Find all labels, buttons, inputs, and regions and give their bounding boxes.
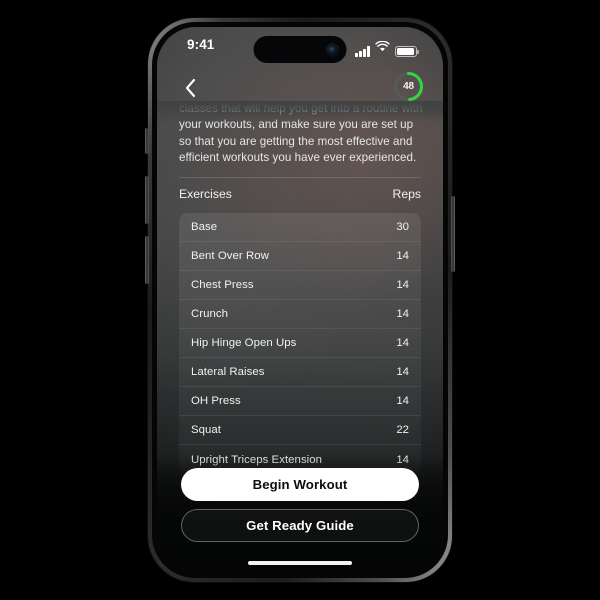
begin-workout-button[interactable]: Begin Workout [181,468,419,501]
exercise-name: OH Press [191,395,241,407]
table-row[interactable]: Crunch 14 [179,300,421,329]
exercise-name: Chest Press [191,279,254,291]
table-row[interactable]: Bent Over Row 14 [179,242,421,271]
exercise-reps: 14 [396,250,409,262]
table-row[interactable]: Hip Hinge Open Ups 14 [179,329,421,358]
column-header-reps: Reps [392,187,421,201]
intro-paragraph: classes that will help you get into a ro… [179,101,423,167]
cellular-bars-icon [355,46,370,57]
exercise-name: Crunch [191,308,229,320]
screenshot-canvas: classes that will help you get into a ro… [0,0,600,600]
dynamic-island [253,36,347,63]
status-bar-icons [355,39,419,57]
activity-progress-ring[interactable]: 48 [392,70,425,103]
front-camera-icon [325,42,340,57]
navigation-bar: 48 [157,67,443,107]
exercise-reps: 14 [396,337,409,349]
bottom-action-bar: Begin Workout Get Ready Guide [157,455,443,573]
exercise-reps: 14 [396,308,409,320]
exercise-name: Base [191,221,218,233]
section-divider [179,177,421,178]
get-ready-guide-button[interactable]: Get Ready Guide [181,509,419,542]
status-bar-time: 9:41 [187,37,215,52]
table-row[interactable]: Squat 22 [179,416,421,445]
exercise-name: Squat [191,424,222,436]
exercise-reps: 14 [396,279,409,291]
volume-up-button[interactable] [145,176,149,224]
table-row[interactable]: Lateral Raises 14 [179,358,421,387]
table-row[interactable]: OH Press 14 [179,387,421,416]
table-header: Exercises Reps [179,187,421,201]
back-button[interactable] [175,73,205,103]
power-button[interactable] [451,196,455,272]
exercise-list: Base 30 Bent Over Row 14 Chest Press 14 Crunch… [179,213,421,474]
home-indicator[interactable] [248,560,352,565]
intro-text: your workouts, and make sure you are set… [179,118,417,165]
volume-down-button[interactable] [145,236,149,284]
column-header-exercises: Exercises [179,187,232,201]
wifi-icon [375,39,390,57]
exercise-reps: 14 [396,395,409,407]
phone-screen: classes that will help you get into a ro… [157,27,443,573]
progress-ring-value: 48 [403,81,414,92]
exercise-name: Bent Over Row [191,250,269,262]
chevron-left-icon [184,78,197,98]
battery-icon [395,46,419,57]
exercise-reps: 22 [396,424,409,436]
silent-switch-button[interactable] [145,128,149,154]
exercise-reps: 14 [396,366,409,378]
table-row[interactable]: Base 30 [179,213,421,242]
exercise-name: Hip Hinge Open Ups [191,337,297,349]
exercise-name: Lateral Raises [191,366,265,378]
exercise-reps: 30 [396,221,409,233]
table-row[interactable]: Chest Press 14 [179,271,421,300]
